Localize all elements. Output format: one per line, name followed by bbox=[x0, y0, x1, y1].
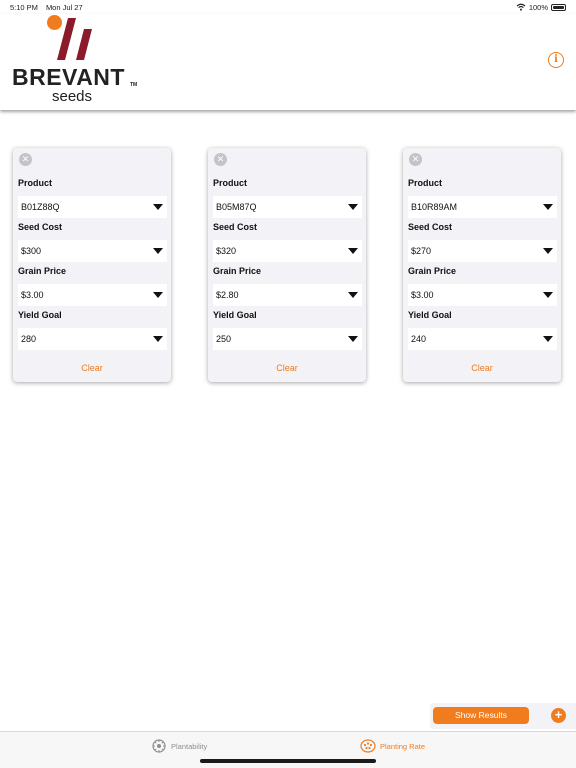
product-label: Product bbox=[18, 178, 53, 188]
seed-cost-value: $320 bbox=[216, 246, 237, 256]
dropdown-arrow-icon bbox=[348, 336, 358, 342]
logo-seeds: seeds bbox=[52, 88, 93, 105]
grain-price-select[interactable]: $3.00 bbox=[408, 284, 557, 306]
product-value: B01Z88Q bbox=[21, 202, 60, 212]
dropdown-arrow-icon bbox=[153, 248, 163, 254]
dropdown-arrow-icon bbox=[348, 248, 358, 254]
product-select[interactable]: B05M87Q bbox=[213, 196, 362, 218]
tab-plantability-label: Plantability bbox=[171, 741, 208, 751]
app-header: BREVANT TM seeds i bbox=[0, 14, 576, 110]
seed-cost-select[interactable]: $300 bbox=[18, 240, 167, 262]
dropdown-arrow-icon bbox=[348, 292, 358, 298]
battery-icon bbox=[551, 3, 566, 11]
plantability-icon bbox=[152, 739, 166, 753]
comparison-card-2: ✕ Product B05M87Q Seed Cost $320 Grain P… bbox=[208, 148, 366, 382]
product-select[interactable]: B01Z88Q bbox=[18, 196, 167, 218]
logo-wordmark: BREVANT bbox=[12, 64, 125, 90]
dropdown-arrow-icon bbox=[348, 204, 358, 210]
dropdown-arrow-icon bbox=[543, 204, 553, 210]
brevant-logo: BREVANT TM seeds bbox=[12, 14, 142, 106]
grain-price-value: $3.00 bbox=[21, 290, 44, 300]
yield-goal-select[interactable]: 250 bbox=[213, 328, 362, 350]
show-results-button[interactable]: Show Results bbox=[433, 707, 529, 724]
product-value: B05M87Q bbox=[216, 202, 257, 212]
grain-price-value: $2.80 bbox=[216, 290, 239, 300]
yield-goal-label: Yield Goal bbox=[18, 310, 62, 320]
comparison-card-3: ✕ Product B10R89AM Seed Cost $270 Grain … bbox=[403, 148, 561, 382]
home-indicator bbox=[200, 759, 376, 763]
seed-cost-value: $300 bbox=[21, 246, 42, 256]
logo-trademark: TM bbox=[130, 82, 138, 88]
product-select[interactable]: B10R89AM bbox=[408, 196, 557, 218]
seed-cost-label: Seed Cost bbox=[213, 222, 258, 232]
yield-goal-value: 250 bbox=[216, 334, 232, 344]
clear-button[interactable]: Clear bbox=[13, 363, 171, 373]
product-label: Product bbox=[408, 178, 443, 188]
grain-price-select[interactable]: $3.00 bbox=[18, 284, 167, 306]
clear-button[interactable]: Clear bbox=[208, 363, 366, 373]
grain-price-label: Grain Price bbox=[408, 266, 457, 276]
dropdown-arrow-icon bbox=[543, 292, 553, 298]
yield-goal-select[interactable]: 240 bbox=[408, 328, 557, 350]
wifi-icon bbox=[516, 3, 526, 11]
grain-price-label: Grain Price bbox=[18, 266, 67, 276]
info-icon[interactable]: i bbox=[548, 52, 564, 68]
logo-bars bbox=[57, 18, 92, 60]
close-icon[interactable]: ✕ bbox=[19, 153, 32, 166]
status-date: Mon Jul 27 bbox=[45, 2, 83, 12]
grain-price-label: Grain Price bbox=[213, 266, 262, 276]
battery-percent: 100% bbox=[528, 2, 548, 12]
grain-price-value: $3.00 bbox=[411, 290, 434, 300]
yield-goal-label: Yield Goal bbox=[213, 310, 257, 320]
tab-planting-rate[interactable]: Planting Rate bbox=[360, 738, 425, 754]
grain-price-select[interactable]: $2.80 bbox=[213, 284, 362, 306]
close-icon[interactable]: ✕ bbox=[409, 153, 422, 166]
product-value: B10R89AM bbox=[411, 202, 458, 212]
dropdown-arrow-icon bbox=[543, 248, 553, 254]
status-right: 100% bbox=[516, 3, 566, 12]
yield-goal-select[interactable]: 280 bbox=[18, 328, 167, 350]
planting-rate-icon bbox=[360, 739, 376, 753]
tab-plantability[interactable]: Plantability bbox=[151, 738, 207, 754]
seed-cost-label: Seed Cost bbox=[408, 222, 453, 232]
seed-cost-select[interactable]: $270 bbox=[408, 240, 557, 262]
seed-cost-select[interactable]: $320 bbox=[213, 240, 362, 262]
add-card-button[interactable]: + bbox=[551, 708, 566, 723]
status-bar: 5:10 PM Mon Jul 27 100% bbox=[0, 0, 576, 14]
status-time: 5:10 PM bbox=[10, 2, 38, 12]
seed-cost-value: $270 bbox=[411, 246, 432, 256]
product-label: Product bbox=[213, 178, 248, 188]
tab-planting-rate-label: Planting Rate bbox=[380, 741, 426, 751]
dropdown-arrow-icon bbox=[153, 204, 163, 210]
dropdown-arrow-icon bbox=[153, 336, 163, 342]
seed-cost-label: Seed Cost bbox=[18, 222, 63, 232]
dropdown-arrow-icon bbox=[153, 292, 163, 298]
yield-goal-value: 240 bbox=[411, 334, 427, 344]
comparison-card-1: ✕ Product B01Z88Q Seed Cost $300 Grain P… bbox=[13, 148, 171, 382]
close-icon[interactable]: ✕ bbox=[214, 153, 227, 166]
yield-goal-label: Yield Goal bbox=[408, 310, 452, 320]
clear-button[interactable]: Clear bbox=[403, 363, 561, 373]
dropdown-arrow-icon bbox=[543, 336, 553, 342]
yield-goal-value: 280 bbox=[21, 334, 37, 344]
